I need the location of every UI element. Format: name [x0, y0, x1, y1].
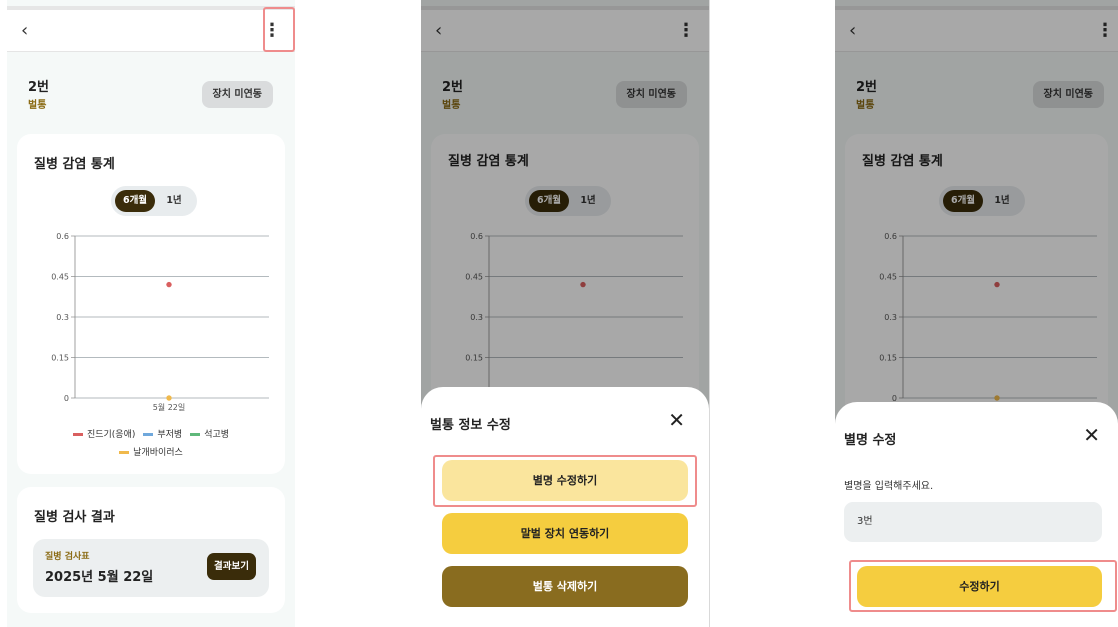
hive-type: 벌통 — [28, 100, 47, 111]
rename-bottom-sheet: 별명 수정 ✕ 별명을 입력해주세요. 3번 수정하기 — [835, 402, 1118, 627]
close-icon[interactable]: ✕ — [1083, 423, 1100, 447]
legend-item: 석고병 — [190, 426, 229, 444]
device-status-badge: 장치 미연동 — [201, 81, 273, 108]
legend-label: 진드기(응애) — [86, 430, 136, 440]
stats-card-title: 질병 감염 통계 — [34, 157, 115, 172]
rename-sheet-title: 별명 수정 — [844, 433, 897, 448]
disease-chart: 0.6 0.45 0.3 0.15 0 5월 22일 — [51, 232, 269, 412]
period-toggle: 6개월 1년 — [111, 186, 197, 216]
disease-result-card: 질병 검사 결과 질병 검사표 2025년 5월 22일 결과보기 — [17, 487, 285, 613]
y-tick-label: 0 — [64, 394, 69, 403]
view-result-button[interactable]: 결과보기 — [207, 553, 256, 580]
y-tick-label: 0.6 — [56, 232, 69, 241]
disease-stats-card: 질병 감염 통계 6개월 1년 0.6 0.45 0.3 0.15 0 5월 22일 진드… — [17, 134, 285, 474]
toggle-option-1year[interactable]: 1년 — [159, 190, 189, 212]
link-hornet-device-button[interactable]: 말벌 장치 연동하기 — [442, 513, 688, 554]
result-card-title: 질병 검사 결과 — [34, 510, 115, 525]
legend-label: 부저병 — [157, 430, 183, 440]
edit-sheet-title: 벌통 정보 수정 — [430, 418, 511, 433]
legend-label: 석고병 — [204, 430, 230, 440]
delete-hive-button[interactable]: 벌통 삭제하기 — [442, 566, 688, 607]
legend-item: 날개바이러스 — [119, 444, 183, 462]
hive-name: 2번 — [28, 80, 50, 95]
legend-label: 날개바이러스 — [133, 448, 183, 458]
chart-point — [166, 395, 172, 401]
close-icon[interactable]: ✕ — [668, 408, 685, 432]
y-tick-label: 0.3 — [56, 313, 69, 322]
result-item: 질병 검사표 2025년 5월 22일 결과보기 — [33, 539, 269, 597]
legend-swatch — [143, 433, 154, 436]
top-bar: ‹ ⋮ — [7, 6, 295, 52]
highlight-submit-button — [849, 560, 1117, 612]
result-date: 2025년 5월 22일 — [45, 570, 154, 585]
x-tick-label: 5월 22일 — [153, 402, 186, 412]
legend-item: 부저병 — [143, 426, 182, 444]
hive-detail-screen: ‹ ⋮ 2번 벌통 장치 미연동 질병 감염 통계 6개월 1년 0.6 0.45… — [7, 0, 295, 627]
chevron-left-icon[interactable]: ‹ — [21, 20, 28, 41]
y-tick-label: 0.15 — [51, 354, 69, 363]
chart-point — [166, 281, 172, 288]
legend-swatch — [190, 433, 201, 436]
chart-legend: 진드기(응애) 부저병 석고병날개바이러스 — [17, 426, 285, 462]
y-tick-label: 0.45 — [51, 273, 69, 282]
highlight-edit-nickname — [433, 455, 697, 507]
edit-bottom-sheet: 벌통 정보 수정 ✕ 별명 수정하기 말벌 장치 연동하기 벌통 삭제하기 — [421, 387, 709, 627]
toggle-option-6months[interactable]: 6개월 — [115, 190, 155, 212]
nickname-input[interactable]: 3번 — [844, 502, 1102, 542]
highlight-menu-button — [263, 7, 295, 52]
legend-item: 진드기(응애) — [72, 426, 136, 444]
rename-screen: ‹ ⋮ 2번 벌통 장치 미연동 질병 감염 통계 6개월 1년 0.6 0.45… — [835, 0, 1118, 627]
legend-swatch — [119, 451, 130, 454]
legend-swatch — [72, 433, 83, 436]
nickname-field-label: 별명을 입력해주세요. — [844, 481, 934, 492]
result-label: 질병 검사표 — [45, 552, 90, 562]
hive-edit-screen: ‹ ⋮ 2번 벌통 장치 미연동 질병 감염 통계 6개월 1년 0.6 0.45… — [421, 0, 710, 627]
